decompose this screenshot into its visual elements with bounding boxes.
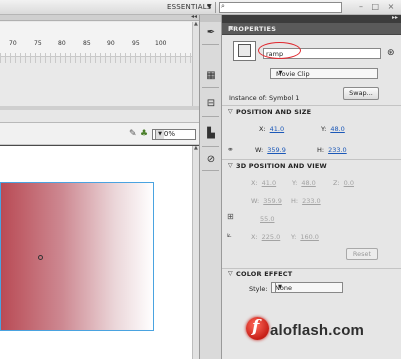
frame-number: 100 [155,40,167,47]
reset-button[interactable]: Reset [346,248,378,260]
chevron-down-icon[interactable]: ▼ [207,3,212,10]
color-style-select[interactable]: None ▼ [271,282,343,293]
expand-triangle-icon[interactable]: ▽ [228,162,233,169]
vanishing-y-field[interactable]: Y: 160.0 [291,233,319,241]
info-icon[interactable]: ▙ [205,128,217,140]
stage[interactable] [0,146,192,359]
perspective-angle-field[interactable]: 55.0 [256,215,274,223]
height-field[interactable]: H: 233.0 [317,146,347,154]
arrow-up-icon[interactable]: ▲ [194,21,198,27]
logo-glyph: f [252,317,260,337]
width-3d-field[interactable]: W: 359.9 [251,197,282,205]
divider [202,170,219,171]
edit-symbols-icon[interactable]: ♣ [140,129,148,139]
highlight-circle [258,42,301,59]
collapse-icon[interactable]: ◂◂ [191,13,197,20]
strip-grip[interactable] [200,15,221,22]
arrow-up-icon[interactable]: ▲ [194,145,198,151]
divider [215,2,216,13]
vanishing-x-field[interactable]: X: 225.0 [251,233,280,241]
edit-bar: ✎ ♣ 100% ▼ [0,123,199,145]
workspace-switcher-label[interactable]: ESSENTIALS [167,3,211,11]
instance-of-text: Instance of: Symbol 1 [229,94,299,102]
x-field[interactable]: X: 41.0 [259,125,284,133]
frame-number: 95 [132,40,140,47]
swap-button[interactable]: Swap... [343,87,379,100]
panel-menu-icon[interactable]: ≡ [228,24,398,32]
frame-number: 85 [83,40,91,47]
section-color-effect[interactable]: ▽ COLOR EFFECT [222,269,401,280]
collapse-icon[interactable]: ▸▸ [392,14,398,21]
symbol-type-select[interactable]: Movie Clip ▼ [270,68,378,79]
camera-icon[interactable]: ⊛ [387,48,395,58]
transform-icon[interactable]: ⊘ [205,154,217,166]
instance-of-value: Symbol 1 [269,94,300,102]
section-position-size[interactable]: ▽ POSITION AND SIZE [222,107,401,118]
application-bar: ESSENTIALS ▼ ⌕ – □ × [0,0,401,15]
divider [202,116,219,117]
section-title: COLOR EFFECT [236,270,293,278]
chevron-down-icon[interactable]: ▼ [276,70,285,77]
section-title: 3D POSITION AND VIEW [236,162,327,170]
perspective-angle-icon: ⊞ [227,212,234,221]
z-3d-field[interactable]: Z: 0.0 [333,179,354,187]
watermark-logo: f aloflash.com [246,315,386,345]
panel-icon-strip: ✒ ▦ ⊟ ▙ ⊘ [199,15,222,359]
logo-text: aloflash.com [270,322,365,339]
y-3d-field[interactable]: Y: 48.0 [292,179,316,187]
window-controls[interactable]: – □ × [359,2,397,11]
frame-ruler[interactable]: 70 75 80 85 90 95 100 [0,22,192,63]
height-3d-field[interactable]: H: 233.0 [291,197,321,205]
divider [202,44,219,45]
registration-point[interactable] [38,255,43,260]
symbol-thumbnail [233,41,256,61]
y-field[interactable]: Y: 48.0 [321,125,345,133]
expand-triangle-icon[interactable]: ▽ [228,108,233,115]
chevron-down-icon[interactable]: ▼ [275,283,284,292]
edit-scene-icon[interactable]: ✎ [129,129,137,139]
ramp-movie-clip[interactable] [0,182,154,331]
movie-clip-icon [238,44,251,57]
frame-number: 90 [107,40,115,47]
style-label: Style: [249,285,268,293]
search-icon: ⌕ [221,2,225,10]
zoom-select[interactable]: 100% ▼ [152,129,196,140]
vanishing-point-icon: ⟀ [227,230,232,239]
align-icon[interactable]: ⊟ [205,98,217,110]
properties-tab[interactable]: PROPERTIES ≡ [222,23,401,35]
stage-vertical-scrollbar[interactable]: ▲ [192,145,199,359]
library-icon[interactable]: ▦ [205,70,217,82]
link-icon[interactable]: ⚭ [227,145,234,154]
instance-of-label: Instance of: [229,94,267,102]
help-search-input[interactable]: ⌕ [219,2,342,13]
divider [222,105,401,106]
divider [202,146,219,147]
color-icon[interactable]: ✒ [205,27,217,39]
document-tab-bar [0,110,199,123]
timeline-grip[interactable]: ◂◂ [0,13,199,21]
frame-number: 70 [9,40,17,47]
expand-triangle-icon[interactable]: ▽ [228,270,233,277]
timeline-vertical-scrollbar[interactable]: ▲ [192,21,199,119]
frame-number: 75 [34,40,42,47]
frame-number: 80 [58,40,66,47]
width-field[interactable]: W: 359.9 [255,146,286,154]
x-3d-field[interactable]: X: 41.0 [251,179,276,187]
frame-cells[interactable] [0,53,192,63]
panel-header[interactable]: ▸▸ [222,14,401,23]
section-title: POSITION AND SIZE [236,108,312,116]
chevron-down-icon[interactable]: ▼ [155,130,164,139]
properties-panel: ▸▸ PROPERTIES ≡ ramp ⊛ Movie Clip ▼ Inst… [222,14,401,359]
divider [202,87,219,88]
section-3d-position[interactable]: ▽ 3D POSITION AND VIEW [222,161,401,172]
divider [222,159,401,160]
